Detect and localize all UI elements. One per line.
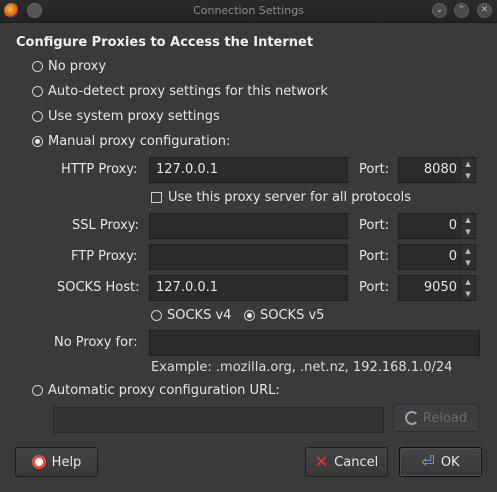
http-port-label: Port:	[359, 162, 390, 177]
spinner-arrows[interactable]: ▲ ▼	[460, 245, 475, 269]
radio-auto-detect[interactable]: Auto-detect proxy settings for this netw…	[32, 84, 328, 99]
radio-button[interactable]	[32, 111, 43, 122]
arrow-down-icon[interactable]: ▼	[461, 226, 475, 238]
lifebuoy-icon	[31, 455, 46, 469]
arrow-down-icon[interactable]: ▼	[461, 170, 475, 182]
radio-socks-v5[interactable]: SOCKS v5	[244, 308, 324, 323]
all-protocols-label: Use this proxy server for all protocols	[168, 190, 412, 205]
ftp-port-value: 0	[448, 249, 457, 264]
arrow-up-icon[interactable]: ▲	[461, 158, 475, 170]
arrow-down-icon[interactable]: ▼	[461, 257, 475, 269]
spinner-arrows[interactable]: ▲ ▼	[460, 276, 475, 300]
http-port-value: 8080	[423, 162, 457, 177]
socks-host-label: SOCKS Host:	[57, 280, 140, 295]
http-proxy-input[interactable]: 127.0.0.1	[149, 157, 348, 183]
auto-config-url-input[interactable]	[53, 407, 384, 433]
radio-no-proxy[interactable]: No proxy	[32, 59, 106, 74]
ssl-proxy-label: SSL Proxy:	[72, 218, 139, 233]
cancel-button[interactable]: ✕ Cancel	[305, 447, 388, 477]
radio-auto-config-url[interactable]: Automatic proxy configuration URL:	[32, 383, 280, 398]
radio-label: Auto-detect proxy settings for this netw…	[48, 84, 328, 99]
ssl-port-spinner[interactable]: 0 ▲ ▼	[398, 213, 476, 239]
socks-port-spinner[interactable]: 9050 ▲ ▼	[398, 275, 476, 301]
radio-button[interactable]	[32, 385, 43, 396]
radio-label: Automatic proxy configuration URL:	[48, 383, 280, 398]
help-button[interactable]: Help	[15, 447, 98, 477]
arrow-up-icon[interactable]: ▲	[461, 276, 475, 288]
socks-port-label: Port:	[359, 280, 390, 295]
arrow-up-icon[interactable]: ▲	[461, 245, 475, 257]
radio-label: SOCKS v5	[260, 308, 325, 323]
section-heading: Configure Proxies to Access the Internet	[16, 35, 314, 50]
ok-button[interactable]: ⏎ OK	[399, 447, 482, 477]
help-label: Help	[51, 454, 82, 470]
radio-button[interactable]	[32, 61, 43, 72]
spinner-arrows[interactable]: ▲ ▼	[460, 158, 475, 182]
ssl-port-value: 0	[448, 218, 457, 233]
arrow-up-icon[interactable]: ▲	[461, 214, 475, 226]
radio-label: Use system proxy settings	[48, 109, 220, 124]
radio-button[interactable]	[32, 86, 43, 97]
ftp-port-spinner[interactable]: 0 ▲ ▼	[398, 244, 476, 270]
no-proxy-example: Example: .mozilla.org, .net.nz, 192.168.…	[151, 360, 453, 375]
reload-icon	[404, 411, 419, 425]
ftp-port-label: Port:	[359, 249, 390, 264]
radio-label: SOCKS v4	[167, 308, 232, 323]
reload-button[interactable]: Reload	[393, 404, 479, 432]
cancel-label: Cancel	[334, 454, 379, 470]
socks-host-input[interactable]: 127.0.0.1	[149, 275, 348, 301]
no-proxy-for-input[interactable]	[149, 330, 480, 356]
all-protocols-checkbox-row[interactable]: Use this proxy server for all protocols	[151, 190, 411, 205]
reload-label: Reload	[422, 410, 468, 426]
radio-button[interactable]	[32, 136, 43, 147]
close-icon[interactable]: ✕	[477, 3, 492, 18]
radio-manual-proxy[interactable]: Manual proxy configuration:	[32, 134, 230, 149]
no-proxy-for-label: No Proxy for:	[54, 335, 138, 350]
radio-button[interactable]	[244, 310, 255, 321]
ftp-proxy-label: FTP Proxy:	[71, 249, 138, 264]
minimize-icon[interactable]: ⌄	[432, 3, 447, 18]
http-port-spinner[interactable]: 8080 ▲ ▼	[398, 157, 476, 183]
radio-socks-v4[interactable]: SOCKS v4	[151, 308, 231, 323]
all-protocols-checkbox[interactable]	[151, 192, 162, 203]
maximize-icon[interactable]: ⌃	[454, 3, 469, 18]
socks-port-value: 9050	[423, 280, 457, 295]
enter-arrow-icon: ⏎	[421, 452, 435, 471]
radio-button[interactable]	[151, 310, 162, 321]
window-title: Connection Settings	[193, 4, 304, 17]
spinner-arrows[interactable]: ▲ ▼	[460, 214, 475, 238]
radio-system-proxy[interactable]: Use system proxy settings	[32, 109, 220, 124]
ssl-port-label: Port:	[359, 218, 390, 233]
title-bar: Connection Settings ⌄ ⌃ ✕	[0, 0, 497, 23]
ssl-proxy-input[interactable]	[149, 213, 348, 239]
radio-label: No proxy	[48, 59, 107, 74]
cancel-x-icon: ✕	[314, 452, 329, 471]
arrow-down-icon[interactable]: ▼	[461, 288, 475, 300]
ok-label: OK	[440, 454, 460, 470]
http-proxy-label: HTTP Proxy:	[61, 162, 138, 177]
radio-label: Manual proxy configuration:	[48, 134, 231, 149]
ftp-proxy-input[interactable]	[149, 244, 348, 270]
